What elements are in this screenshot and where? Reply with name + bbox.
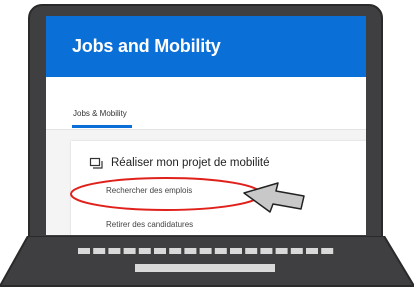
- keyboard-key: [78, 248, 90, 254]
- keyboard-key: [230, 248, 242, 254]
- laptop-base: [0, 236, 414, 287]
- keyboard-key: [260, 248, 273, 254]
- keyboard-key: [184, 248, 197, 254]
- keyboard: [78, 248, 334, 254]
- keyboard-key: [321, 248, 334, 254]
- keyboard-key: [93, 248, 106, 254]
- keyboard-key: [199, 248, 212, 254]
- keyboard-key: [245, 248, 258, 254]
- keyboard-key: [123, 248, 136, 254]
- keyboard-key: [306, 248, 318, 254]
- keyboard-key: [169, 248, 182, 254]
- keyboard-key: [154, 248, 166, 254]
- keyboard-key: [108, 248, 121, 254]
- keyboard-key: [214, 248, 227, 254]
- highlight-ellipse: [70, 177, 262, 211]
- trackpad: [135, 264, 275, 272]
- keyboard-key: [290, 248, 303, 254]
- keyboard-key: [138, 248, 151, 254]
- keyboard-key: [275, 248, 288, 254]
